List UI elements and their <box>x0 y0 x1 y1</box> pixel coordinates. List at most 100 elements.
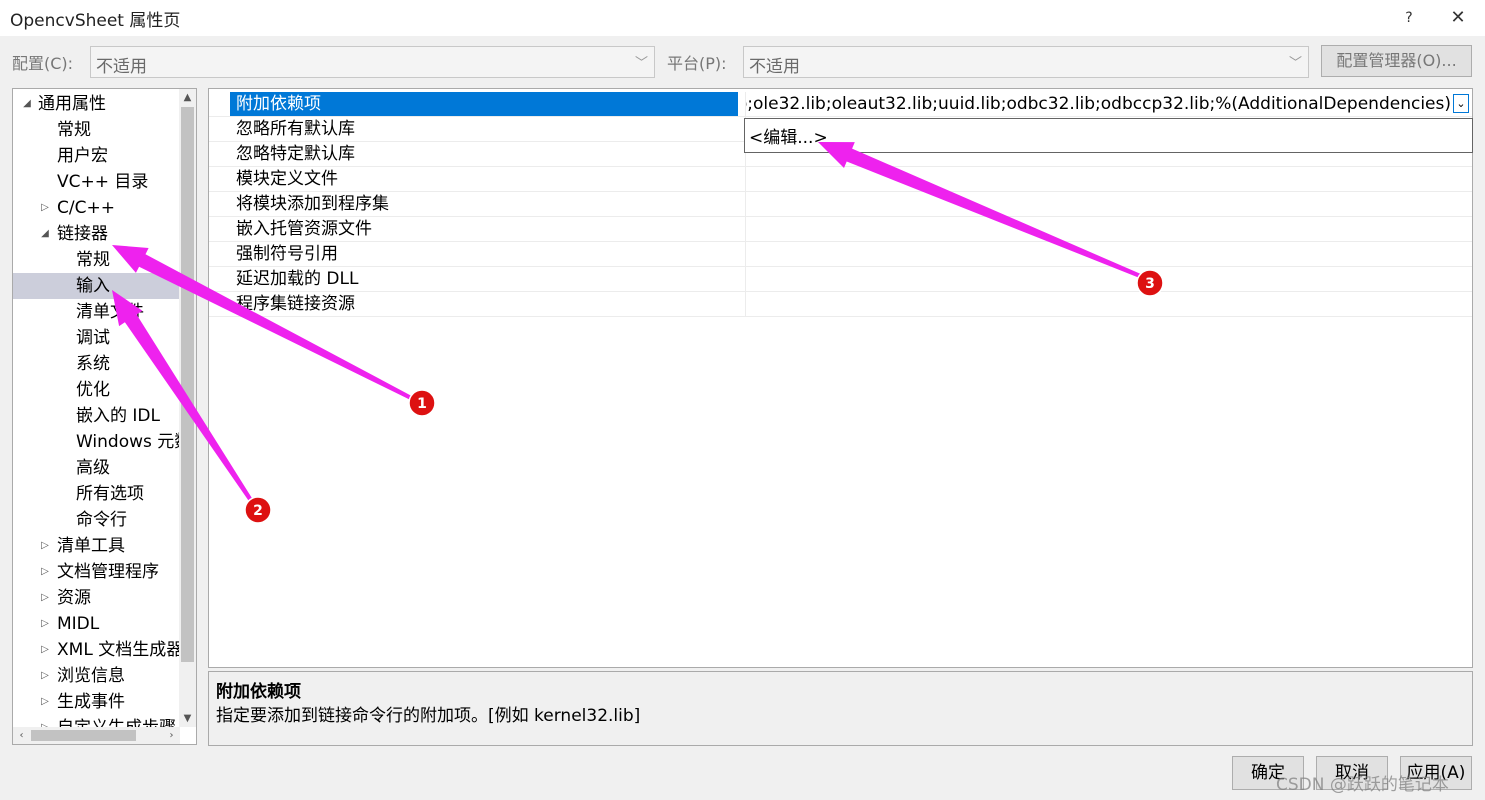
scroll-right-icon[interactable]: › <box>163 727 180 744</box>
property-name: 将模块添加到程序集 <box>236 194 389 214</box>
tree-item[interactable]: 系统 <box>13 351 180 377</box>
tree-item[interactable]: 命令行 <box>13 507 180 533</box>
tree-item[interactable]: ▷ 文档管理程序 <box>13 559 180 585</box>
tree-item[interactable]: VC++ 目录 <box>13 169 180 195</box>
tree-item[interactable]: ▷ 浏览信息 <box>13 663 180 689</box>
tree-item-label: 文档管理程序 <box>57 562 159 582</box>
property-row[interactable]: 附加依赖项 2.lib;ole32.lib;oleaut32.lib;uuid.l… <box>209 92 1472 117</box>
tree-item[interactable]: 常规 <box>13 117 180 143</box>
tree-item[interactable]: ▷ XML 文档生成器 <box>13 637 180 663</box>
tree-item-label: 所有选项 <box>76 484 144 504</box>
property-name: 强制符号引用 <box>236 244 338 264</box>
dropdown-arrow-icon[interactable]: ⌄ <box>1453 94 1469 113</box>
scroll-down-icon[interactable]: ▼ <box>179 710 196 727</box>
description-panel: 附加依赖项 指定要添加到链接命令行的附加项。[例如 kernel32.lib] <box>208 671 1473 746</box>
tree-item[interactable]: ▷ 资源 <box>13 585 180 611</box>
tree-item-label: 资源 <box>57 588 91 608</box>
tree-item-label: VC++ 目录 <box>57 172 149 192</box>
property-row[interactable]: 程序集链接资源 <box>209 292 1472 317</box>
property-tree: ◢ 通用属性 常规 用户宏 VC++ 目录 ▷ C/C++ ◢ 链接器 常规 输入 清单文件 调试 系统优… <box>12 88 197 745</box>
expand-icon[interactable]: ▷ <box>39 637 51 663</box>
platform-select[interactable]: 不适用 ﹀ <box>743 46 1309 78</box>
tree-item-label: 清单工具 <box>57 536 125 556</box>
tree-item[interactable]: 所有选项 <box>13 481 180 507</box>
tree-item[interactable]: ▷ 生成事件 <box>13 689 180 715</box>
tree-item-label: 通用属性 <box>38 94 106 114</box>
expand-icon[interactable]: ▷ <box>39 611 51 637</box>
tree-item[interactable]: 用户宏 <box>13 143 180 169</box>
scroll-up-icon[interactable]: ▲ <box>179 89 196 106</box>
collapse-icon[interactable]: ◢ <box>39 221 51 247</box>
tree-item[interactable]: ▷ MIDL <box>13 611 180 637</box>
property-value-text: 2.lib;ole32.lib;oleaut32.lib;uuid.lib;od… <box>745 94 1451 114</box>
property-value[interactable]: 2.lib;ole32.lib;oleaut32.lib;uuid.lib;od… <box>745 92 1471 116</box>
tree-item-label: 命令行 <box>76 510 127 530</box>
property-grid: 附加依赖项 2.lib;ole32.lib;oleaut32.lib;uuid.l… <box>208 88 1473 668</box>
property-row[interactable]: 延迟加载的 DLL <box>209 267 1472 292</box>
tree-item-label: 高级 <box>76 458 110 478</box>
property-value[interactable] <box>745 217 1471 241</box>
config-select[interactable]: 不适用 ﹀ <box>90 46 655 78</box>
tree-item[interactable]: ◢ 通用属性 <box>13 91 180 117</box>
property-name: 延迟加载的 DLL <box>236 269 359 289</box>
tree-item[interactable]: 高级 <box>13 455 180 481</box>
property-value[interactable] <box>745 242 1471 266</box>
tree-item-label: 浏览信息 <box>57 666 125 686</box>
expand-icon[interactable]: ▷ <box>39 559 51 585</box>
expand-icon[interactable]: ▷ <box>39 195 51 221</box>
property-value[interactable] <box>745 292 1471 316</box>
tree-item[interactable]: ▷ 清单工具 <box>13 533 180 559</box>
property-name: 忽略特定默认库 <box>236 144 355 164</box>
tree-item-label: 清单文件 <box>76 302 144 322</box>
property-row[interactable]: 强制符号引用 <box>209 242 1472 267</box>
tree-horizontal-scrollbar[interactable]: ‹ › <box>13 727 180 744</box>
value-dropdown-list: <编辑...> <box>744 118 1473 153</box>
property-row[interactable]: 模块定义文件 <box>209 167 1472 192</box>
tree-item[interactable]: Windows 元数据 <box>13 429 180 455</box>
watermark: CSDN @跃跃的笔记本 <box>1276 775 1449 795</box>
tree-item-label: 系统 <box>76 354 110 374</box>
tree-item[interactable]: 调试 <box>13 325 180 351</box>
description-body: 指定要添加到链接命令行的附加项。[例如 kernel32.lib] <box>216 706 641 726</box>
tree-item-label: 用户宏 <box>57 146 108 166</box>
tree-item-label: MIDL <box>57 614 100 634</box>
expand-icon[interactable]: ▷ <box>39 585 51 611</box>
tree-item-label: 输入 <box>76 276 110 296</box>
description-title: 附加依赖项 <box>216 682 301 702</box>
property-value[interactable] <box>745 267 1471 291</box>
tree-item[interactable]: 输入 <box>13 273 180 299</box>
platform-label: 平台(P): <box>667 54 727 73</box>
close-button[interactable]: ✕ <box>1435 0 1481 36</box>
property-name: 附加依赖项 <box>230 92 738 116</box>
tree-item[interactable]: 嵌入的 IDL <box>13 403 180 429</box>
help-button[interactable]: ? <box>1386 0 1432 36</box>
window-title: OpencvSheet 属性页 <box>10 11 181 31</box>
property-row[interactable]: 将模块添加到程序集 <box>209 192 1472 217</box>
tree-vertical-scrollbar[interactable]: ▲ ▼ <box>179 89 196 727</box>
property-name: 忽略所有默认库 <box>236 119 355 139</box>
config-select-value: 不适用 <box>96 57 147 77</box>
tree-item-label: 常规 <box>57 120 91 140</box>
chevron-down-icon: ﹀ <box>634 56 648 71</box>
scroll-thumb[interactable] <box>31 730 136 741</box>
property-value[interactable] <box>745 192 1471 216</box>
collapse-icon[interactable]: ◢ <box>21 91 33 117</box>
scroll-left-icon[interactable]: ‹ <box>13 727 30 744</box>
tree-item[interactable]: 常规 <box>13 247 180 273</box>
tree-item[interactable]: ▷ C/C++ <box>13 195 180 221</box>
scroll-thumb[interactable] <box>181 107 194 662</box>
tree-item-label: XML 文档生成器 <box>57 640 180 660</box>
property-value[interactable] <box>745 167 1471 191</box>
expand-icon[interactable]: ▷ <box>39 689 51 715</box>
tree-item-label: 调试 <box>76 328 110 348</box>
expand-icon[interactable]: ▷ <box>39 533 51 559</box>
tree-item[interactable]: ◢ 链接器 <box>13 221 180 247</box>
property-row[interactable]: 嵌入托管资源文件 <box>209 217 1472 242</box>
expand-icon[interactable]: ▷ <box>39 663 51 689</box>
tree-item[interactable]: 清单文件 <box>13 299 180 325</box>
edit-option[interactable]: <编辑...> <box>749 123 828 148</box>
property-name: 模块定义文件 <box>236 169 338 189</box>
tree-item-label: Windows 元数据 <box>76 432 180 452</box>
config-manager-button[interactable]: 配置管理器(O)... <box>1321 45 1472 77</box>
tree-item[interactable]: 优化 <box>13 377 180 403</box>
